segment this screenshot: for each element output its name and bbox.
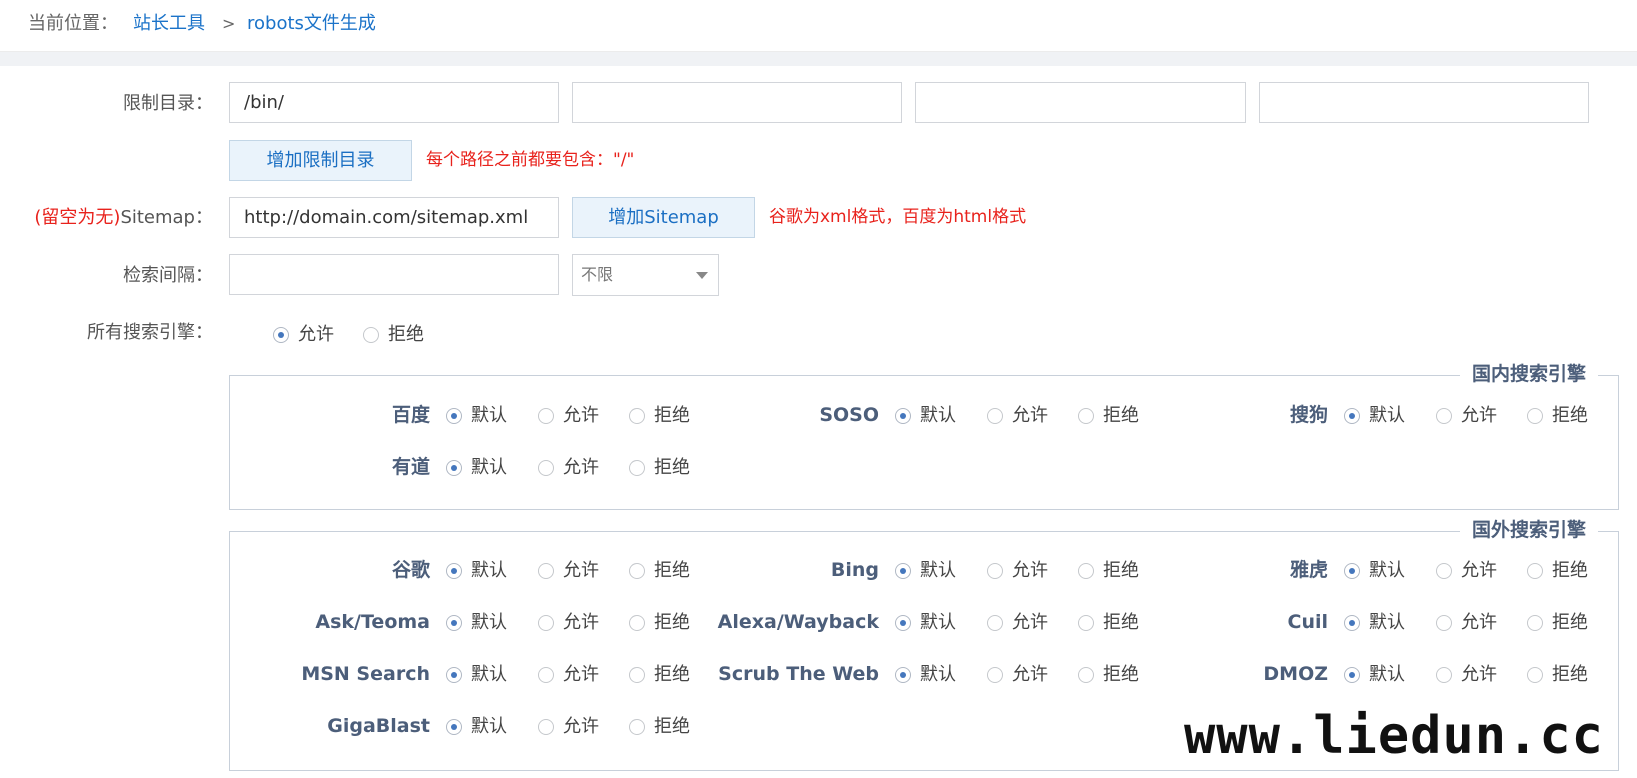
radio-checked-icon xyxy=(1344,615,1360,631)
radio-checked-icon xyxy=(446,615,462,631)
radio-checked-icon xyxy=(895,615,911,631)
radio-unchecked-icon xyxy=(1527,408,1543,424)
radio-unchecked-icon xyxy=(629,408,645,424)
radio-checked-icon xyxy=(895,667,911,683)
radio-checked-icon xyxy=(273,327,289,343)
restrict-dir-hint: 每个路径之前都要包含："/" xyxy=(426,150,635,170)
engine-name: Scrub The Web xyxy=(718,663,879,685)
crawl-interval-label: 检索间隔： xyxy=(123,265,213,286)
radio-checked-icon xyxy=(446,408,462,424)
engine-name: DMOZ xyxy=(1263,663,1328,685)
breadcrumb-prefix: 当前位置： xyxy=(28,13,118,34)
add-sitemap-button[interactable]: 增加Sitemap xyxy=(572,197,755,238)
engine-name: 雅虎 xyxy=(1289,559,1328,581)
radio-checked-icon xyxy=(895,563,911,579)
radio-unchecked-icon xyxy=(538,667,554,683)
domestic-engines-group: 国内搜索引擎 xyxy=(229,361,1619,510)
radio-unchecked-icon xyxy=(538,563,554,579)
engine-name: 谷歌 xyxy=(391,559,430,581)
radio-checked-icon xyxy=(1344,563,1360,579)
radio-unchecked-icon xyxy=(629,460,645,476)
radio-unchecked-icon xyxy=(1436,615,1452,631)
radio-unchecked-icon xyxy=(538,408,554,424)
radio-unchecked-icon xyxy=(363,327,379,343)
radio-unchecked-icon xyxy=(1078,408,1094,424)
crawl-interval-select-value: 不限 xyxy=(581,265,614,284)
radio-unchecked-icon xyxy=(1527,615,1543,631)
engine-name: MSN Search xyxy=(301,663,430,685)
radio-unchecked-icon xyxy=(1078,615,1094,631)
radio-unchecked-icon xyxy=(1527,667,1543,683)
foreign-engines-legend: 国外搜索引擎 xyxy=(1459,517,1598,543)
domestic-engines-legend: 国内搜索引擎 xyxy=(1459,361,1598,387)
add-restrict-dir-button[interactable]: 增加限制目录 xyxy=(229,140,412,181)
sitemap-hint: 谷歌为xml格式，百度为html格式 xyxy=(769,207,1027,227)
crawl-interval-input[interactable] xyxy=(229,254,559,295)
engine-name: Bing xyxy=(830,559,879,581)
breadcrumb-link-webmaster-tools[interactable]: 站长工具 xyxy=(133,12,205,36)
engine-name: SOSO xyxy=(819,404,879,426)
engine-name: Alexa/Wayback xyxy=(717,611,879,633)
sitemap-label-text: Sitemap： xyxy=(120,207,213,228)
radio-unchecked-icon xyxy=(538,460,554,476)
radio-unchecked-icon xyxy=(538,615,554,631)
radio-unchecked-icon xyxy=(987,667,1003,683)
radio-checked-icon xyxy=(446,563,462,579)
engine-name: 有道 xyxy=(391,456,430,478)
radio-unchecked-icon xyxy=(629,563,645,579)
all-engines-label: 所有搜索引擎： xyxy=(87,322,213,343)
radio-unchecked-icon xyxy=(1078,563,1094,579)
restrict-dir-label: 限制目录： xyxy=(123,93,213,114)
radio-unchecked-icon xyxy=(987,408,1003,424)
engine-name: GigaBlast xyxy=(327,715,430,737)
radio-checked-icon xyxy=(446,719,462,735)
engine-name: 搜狗 xyxy=(1289,404,1328,426)
restrict-dir-input-1[interactable] xyxy=(229,82,559,123)
radio-unchecked-icon xyxy=(987,615,1003,631)
radio-unchecked-icon xyxy=(1527,563,1543,579)
breadcrumb-separator: > xyxy=(222,14,236,33)
breadcrumb-bar: 当前位置： 站长工具 > robots文件生成 xyxy=(0,0,1637,52)
sitemap-label: (留空为无)Sitemap： xyxy=(34,206,213,230)
radio-unchecked-icon xyxy=(987,563,1003,579)
radio-unchecked-icon xyxy=(538,719,554,735)
radio-unchecked-icon xyxy=(1078,667,1094,683)
radio-checked-icon xyxy=(1344,667,1360,683)
breadcrumb-link-robots-generator[interactable]: robots文件生成 xyxy=(247,12,376,36)
restrict-dir-input-4[interactable] xyxy=(1259,82,1589,123)
radio-unchecked-icon xyxy=(629,719,645,735)
radio-checked-icon xyxy=(1344,408,1360,424)
radio-checked-icon xyxy=(895,408,911,424)
restrict-dir-input-3[interactable] xyxy=(915,82,1246,123)
radio-unchecked-icon xyxy=(629,615,645,631)
chevron-down-icon xyxy=(696,272,708,279)
engine-name: 百度 xyxy=(391,404,430,426)
restrict-dir-input-2[interactable] xyxy=(572,82,902,123)
radio-unchecked-icon xyxy=(1436,563,1452,579)
radio-checked-icon xyxy=(446,460,462,476)
radio-checked-icon xyxy=(446,667,462,683)
sitemap-optional-note: (留空为无) xyxy=(34,207,121,228)
engine-name: Ask/Teoma xyxy=(315,611,430,633)
site-watermark: www.liedun.cc xyxy=(1184,706,1604,766)
engine-name: Cuil xyxy=(1287,611,1329,633)
radio-unchecked-icon xyxy=(1436,408,1452,424)
radio-unchecked-icon xyxy=(1436,667,1452,683)
section-gap xyxy=(0,52,1637,66)
sitemap-input[interactable] xyxy=(229,197,559,238)
radio-unchecked-icon xyxy=(629,667,645,683)
crawl-interval-select[interactable]: 不限 xyxy=(572,254,719,296)
